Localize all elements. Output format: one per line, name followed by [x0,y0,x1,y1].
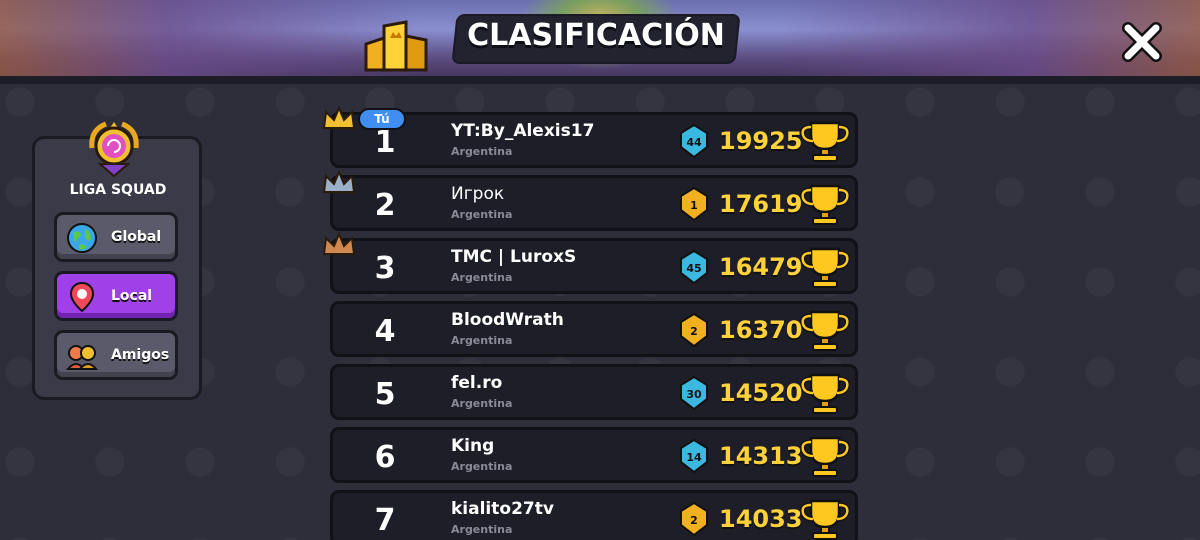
trophy-count: 14313 [719,442,803,470]
player-country: Argentina [451,145,513,158]
player-country: Argentina [451,271,513,284]
level-badge-icon: 2 [680,312,708,348]
leaderboard-row[interactable]: 4 BloodWrath Argentina 2 16370 [330,301,858,357]
rank-number: 4 [374,314,396,349]
trophy-count: 17619 [719,190,803,218]
bronze-crown-icon [322,232,356,255]
player-name: YT:By_Alexis17 [451,121,595,141]
trophy-icon [800,373,850,414]
rank-number: 5 [374,377,396,412]
player-name: Игрок [451,184,505,204]
player-country: Argentina [451,397,513,410]
gold-crown-icon [322,106,356,129]
player-country: Argentina [451,208,513,221]
trophy-count: 14033 [719,505,803,533]
level-badge-icon: 30 [680,375,708,411]
leaderboard-row[interactable]: 3 TMC | LuroxS Argentina 45 16479 [330,238,858,294]
location-pin-icon [69,281,95,313]
trophy-icon [800,121,850,162]
tab-friends[interactable]: Amigos [54,330,178,380]
you-badge: Tú [358,108,406,130]
level-badge-icon: 2 [680,501,708,537]
player-country: Argentina [451,523,513,536]
player-name: BloodWrath [451,310,564,330]
league-badge-icon [89,121,139,178]
leaderboard-row[interactable]: 2 Игрок Argentina 1 17619 [330,175,858,231]
level-number: 2 [690,514,698,527]
trophy-icon [800,436,850,477]
rank-number: 6 [374,440,396,475]
tab-local[interactable]: Local [54,271,178,321]
rank-number: 3 [374,251,396,286]
level-badge-icon: 45 [680,249,708,285]
rank-number: 7 [374,503,396,538]
trophy-icon [800,499,850,540]
level-number: 2 [690,325,698,338]
leaderboard-row[interactable]: 1 YT:By_Alexis17 Argentina 44 19925 [330,112,858,168]
silver-crown-icon [322,170,356,193]
leaderboard-row[interactable]: 7 kialito27tv Argentina 2 14033 [330,490,858,540]
trophy-count: 16370 [719,316,803,344]
tab-friends-label: Amigos [111,347,170,363]
page-title: CLASIFICACIÓN [467,18,725,53]
tab-global[interactable]: Global [54,212,178,262]
trophy-count: 14520 [719,379,803,407]
level-badge-icon: 1 [680,186,708,222]
trophy-icon [800,247,850,288]
player-name: King [451,436,495,456]
level-number: 30 [686,388,702,401]
level-number: 1 [690,199,698,212]
player-name: fel.ro [451,373,503,393]
tab-local-label: Local [111,288,153,304]
friends-icon [65,345,99,370]
rank-number: 1 [374,125,396,160]
trophy-count: 16479 [719,253,803,281]
player-country: Argentina [451,460,513,473]
leaderboard-row[interactable]: 5 fel.ro Argentina 30 14520 [330,364,858,420]
level-badge-icon: 44 [680,123,708,159]
trophy-icon [800,310,850,351]
trophy-icon [800,184,850,225]
globe-icon [67,223,97,253]
player-country: Argentina [451,334,513,347]
close-icon[interactable] [1120,20,1164,64]
level-number: 14 [686,451,702,464]
player-name: TMC | LuroxS [451,247,577,267]
level-number: 44 [686,136,702,149]
level-badge-icon: 14 [680,438,708,474]
trophy-count: 19925 [719,127,803,155]
rank-number: 2 [374,188,396,223]
league-name: LIGA SQUAD [69,182,167,198]
player-name: kialito27tv [451,499,554,519]
level-number: 45 [686,262,701,275]
podium-icon [364,20,428,72]
tab-global-label: Global [111,229,162,245]
leaderboard-row[interactable]: 6 King Argentina 14 14313 [330,427,858,483]
